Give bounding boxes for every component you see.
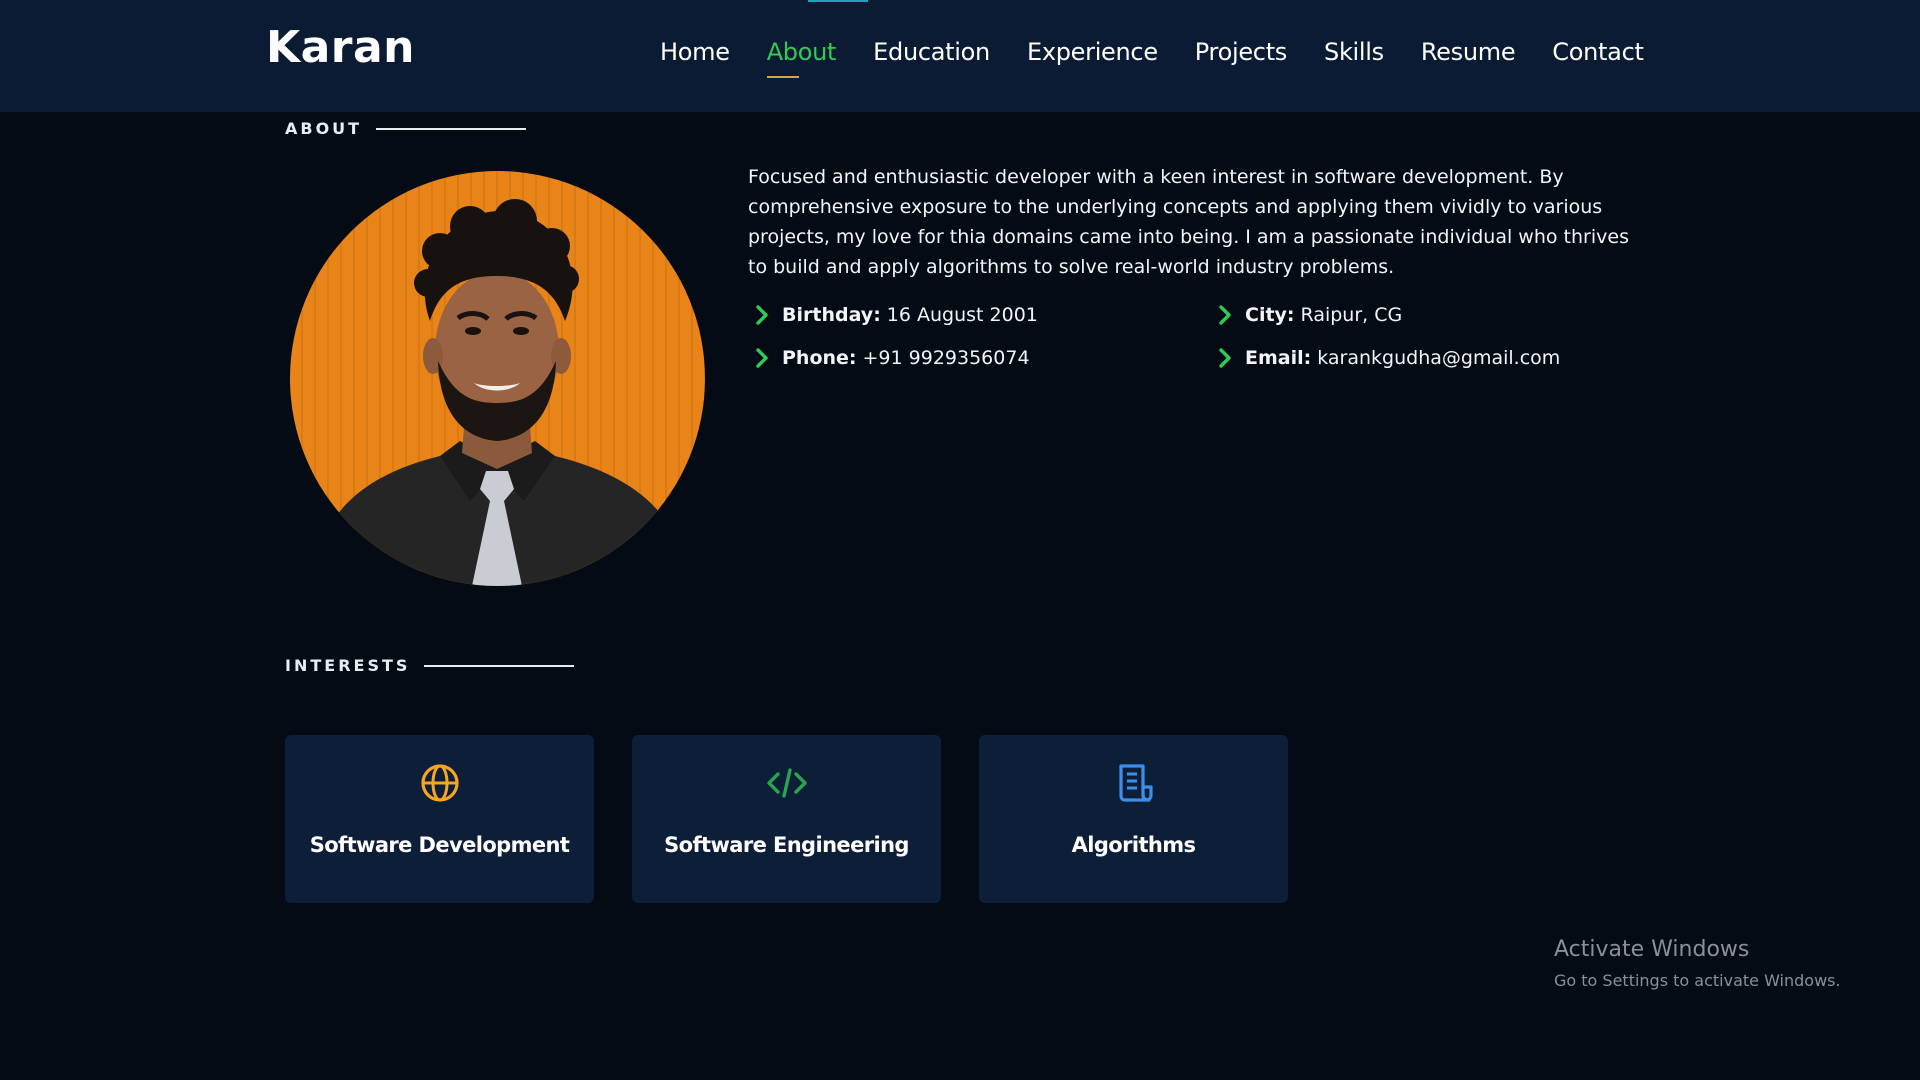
info-birthday-key: Birthday: [782,304,881,326]
interest-label: Algorithms [1071,833,1196,857]
info-email-key: Email: [1245,347,1312,369]
windows-activation-subtitle: Go to Settings to activate Windows. [1554,971,1841,990]
windows-activation-title: Activate Windows [1554,937,1750,962]
info-email-value[interactable]: karankgudha@gmail.com [1317,347,1560,369]
info-phone: Phone: +91 9929356074 [750,346,1030,370]
nav-about-label: About [766,38,837,66]
about-title-line [376,127,527,130]
nav-about[interactable]: About [766,38,837,78]
chevron-right-icon [1219,305,1231,325]
interests-title-line [424,664,575,667]
chevron-right-icon [1219,348,1231,368]
globe-icon [420,764,459,802]
interest-card-software-development[interactable]: Software Development [285,735,594,903]
profile-photo-illustration [310,199,690,586]
interest-card-software-engineering[interactable]: Software Engineering [632,735,941,903]
info-email: Email: karankgudha@gmail.com [1213,346,1560,370]
about-section-title: ABOUT [285,119,527,138]
info-city-key: City: [1245,304,1295,326]
nav-active-underline [766,76,799,78]
site-logo[interactable]: Karan [266,22,415,73]
info-phone-key: Phone: [782,347,857,369]
nav-home[interactable]: Home [660,38,730,66]
interest-label: Software Engineering [664,833,909,857]
main-nav: Home About Education Experience Projects… [660,38,1644,78]
info-birthday-value: 16 August 2001 [886,304,1038,326]
document-icon [1118,764,1153,802]
info-city-value: Raipur, CG [1300,304,1403,326]
interest-label: Software Development [309,833,570,857]
info-birthday: Birthday: 16 August 2001 [750,303,1038,327]
nav-projects[interactable]: Projects [1195,38,1288,66]
nav-contact[interactable]: Contact [1552,38,1644,66]
profile-photo [290,171,705,586]
header-accent-bar [808,0,868,2]
nav-resume[interactable]: Resume [1421,38,1516,66]
interest-card-algorithms[interactable]: Algorithms [979,735,1288,903]
chevron-right-icon [756,305,768,325]
about-title-label: ABOUT [285,119,363,138]
nav-skills[interactable]: Skills [1324,38,1384,66]
nav-experience[interactable]: Experience [1027,38,1158,66]
site-header: Karan Home About Education Experience Pr… [0,0,1920,112]
interests-section-title: INTERESTS [285,656,575,675]
interests-title-label: INTERESTS [285,656,411,675]
about-bio: Focused and enthusiastic developer with … [748,166,1629,278]
info-city: City: Raipur, CG [1213,303,1402,327]
nav-education[interactable]: Education [873,38,990,66]
info-phone-value: +91 9929356074 [862,347,1030,369]
chevron-right-icon [756,348,768,368]
code-icon [766,768,807,798]
